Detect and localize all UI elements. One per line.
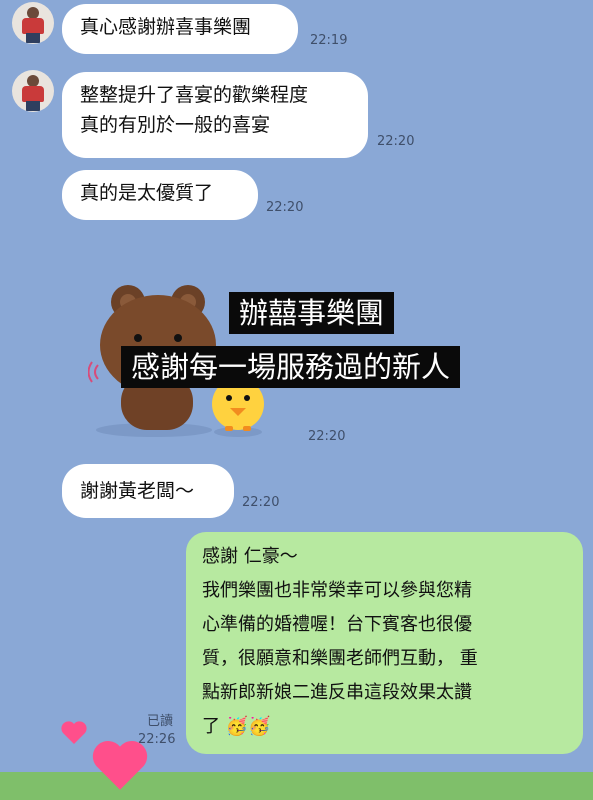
message-bubble[interactable]: 謝謝黃老闆～ [62,464,234,518]
message-text: 謝謝黃老闆～ [80,480,195,502]
heart-icon [61,721,87,744]
message-text: 心準備的婚禮喔！台下賓客也很優 [202,614,472,635]
message-text: 整整提升了喜宴的歡樂程度 [80,84,309,106]
message-text: 了 🥳🥳 [202,716,271,737]
message-text: 感謝 仁豪～ [202,546,298,567]
message-text: 質，很願意和樂團老師們互動， 重 [202,648,478,669]
message-text: 點新郎新娘二進反串這段效果太讚 [202,682,472,703]
message-time: 22:20 [308,429,346,444]
message-time: 22:20 [377,134,415,149]
avatar[interactable] [12,2,54,44]
sticker-caption: 感謝每一場服務過的新人 [121,346,461,388]
avatar[interactable] [12,70,54,112]
message-text: 真的有別於一般的喜宴 [80,114,271,136]
message-text: 我們樂團也非常榮幸可以參與您精 [202,580,472,601]
heart-icon [92,741,148,790]
message-time: 22:20 [266,200,304,215]
message-text: 真心感謝辦喜事樂團 [80,16,252,38]
message-bubble[interactable]: 真心感謝辦喜事樂團 [62,4,298,54]
message-text: 真的是太優質了 [80,182,214,204]
outgoing-message-bubble[interactable]: 感謝 仁豪～ 我們樂團也非常榮幸可以參與您精 心準備的婚禮喔！台下賓客也很優 質… [186,532,583,754]
message-time: 22:20 [242,495,280,510]
message-bubble[interactable]: 整整提升了喜宴的歡樂程度 真的有別於一般的喜宴 [62,72,368,158]
message-bubble[interactable]: 真的是太優質了 [62,170,258,220]
sticker-caption: 辦囍事樂團 [229,292,395,334]
read-receipt: 已讀 [147,714,174,729]
message-time: 22:19 [310,33,348,48]
